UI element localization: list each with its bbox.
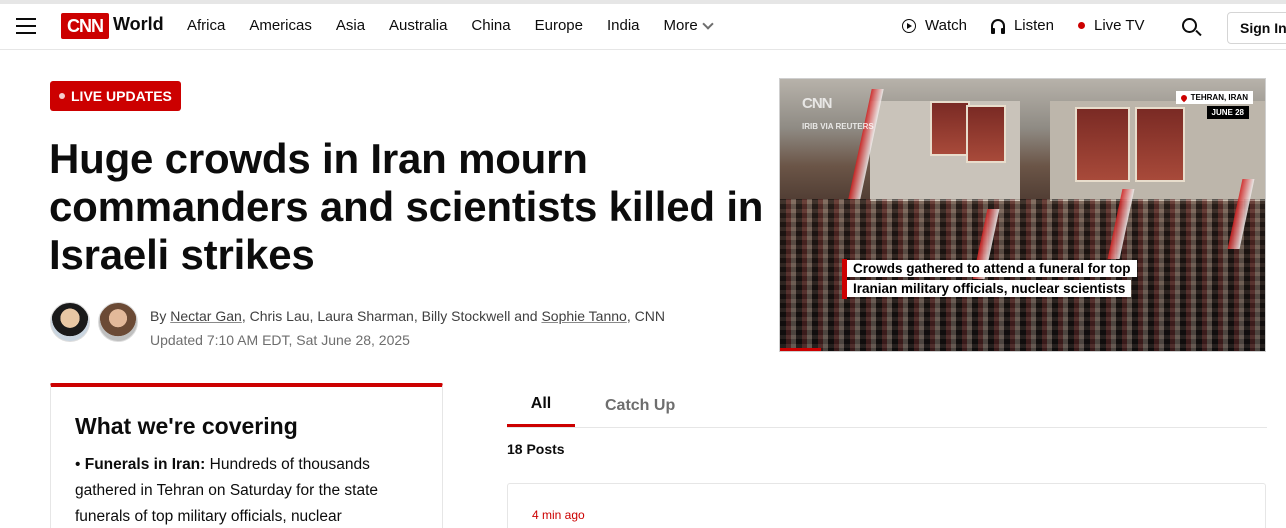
watch-label: Watch [925,17,967,34]
nav-item-americas[interactable]: Americas [249,17,312,34]
live-updates-badge: LIVE UPDATES [50,81,181,111]
what-were-covering-box: What we're covering • Funerals in Iran: … [50,383,443,528]
menu-icon[interactable] [16,18,36,34]
live-tv-label: Live TV [1093,17,1145,34]
nav-item-china[interactable]: China [471,17,510,34]
portrait-poster [1135,107,1185,182]
location-label: TEHRAN, IRAN [1190,93,1248,102]
nav-item-india[interactable]: India [607,17,640,34]
video-credit: IRIB VIA REUTERS [802,122,874,131]
section-nav: Africa Americas Asia Australia China Eur… [187,17,736,34]
author-avatars [50,302,146,342]
date-tag: JUNE 28 [1206,106,1249,119]
posts-count: 18 Posts [507,441,565,457]
watch-link[interactable]: Watch [902,17,967,34]
location-tag: TEHRAN, IRAN [1175,91,1253,104]
nav-more-label: More [663,17,698,34]
nav-more-button[interactable]: More [663,17,714,34]
feed-tabs: All Catch Up [507,385,1267,428]
live-tv-link[interactable]: Live TV [1077,17,1145,34]
top-navigation-bar: CNN World Africa Americas Asia Australia… [0,0,1286,50]
avatar[interactable] [50,302,90,342]
video-progress-bar[interactable] [780,348,821,351]
caption-line-2: Iranian military officials, nuclear scie… [847,280,1132,297]
author-laura-sharman: Laura Sharman [317,308,414,324]
byline-prefix: By [150,308,171,324]
cnn-watermark: CNN [802,95,832,112]
live-dot-icon [1077,22,1085,29]
covering-bullet-label: Funerals in Iran: [84,456,206,473]
section-title[interactable]: World [113,14,164,35]
caption-line-1: Crowds gathered to attend a funeral for … [847,260,1137,277]
live-dot-icon [59,93,65,99]
nav-item-asia[interactable]: Asia [336,17,365,34]
author-chris-lau: Chris Lau [249,308,310,324]
headphones-icon [990,19,1005,34]
byline: By Nectar Gan, Chris Lau, Laura Sharman,… [150,304,665,352]
post-timestamp[interactable]: 4 min ago [532,508,585,522]
hero-video[interactable]: CNN IRIB VIA REUTERS TEHRAN, IRAN JUNE 2… [779,78,1266,352]
listen-link[interactable]: Listen [990,17,1054,34]
author-link-nectar-gan[interactable]: Nectar Gan [170,308,242,324]
nav-item-europe[interactable]: Europe [535,17,583,34]
portrait-poster [966,105,1006,163]
portrait-poster [1075,107,1130,182]
utility-nav: Watch Listen Live TV [902,17,1169,34]
sign-in-button[interactable]: Sign In [1227,12,1286,44]
covering-title: What we're covering [75,413,298,439]
portrait-poster [930,101,970,156]
post-card: 4 min ago [507,483,1266,528]
author-link-sophie-tanno[interactable]: Sophie Tanno [541,308,626,324]
avatar[interactable] [98,302,138,342]
search-icon[interactable] [1182,18,1197,33]
play-icon [902,18,916,33]
chevron-down-icon [702,17,714,30]
listen-label: Listen [1013,17,1054,34]
live-updates-label: LIVE UPDATES [71,88,172,104]
tab-all[interactable]: All [507,395,575,427]
nav-item-africa[interactable]: Africa [187,17,225,34]
cnn-logo[interactable]: CNN [61,13,109,39]
covering-bullet: • Funerals in Iran: Hundreds of thousand… [75,456,379,525]
nav-item-australia[interactable]: Australia [389,17,447,34]
location-pin-icon [1179,93,1188,102]
video-caption: Crowds gathered to attend a funeral for … [842,259,1180,299]
tab-catch-up[interactable]: Catch Up [605,397,675,415]
author-billy-stockwell: Billy Stockwell [421,308,511,324]
byline-suffix: , CNN [626,308,665,324]
authors-line: By Nectar Gan, Chris Lau, Laura Sharman,… [150,308,665,324]
updated-timestamp: Updated 7:10 AM EDT, Sat June 28, 2025 [150,332,410,348]
page-title: Huge crowds in Iran mourn commanders and… [49,135,764,278]
